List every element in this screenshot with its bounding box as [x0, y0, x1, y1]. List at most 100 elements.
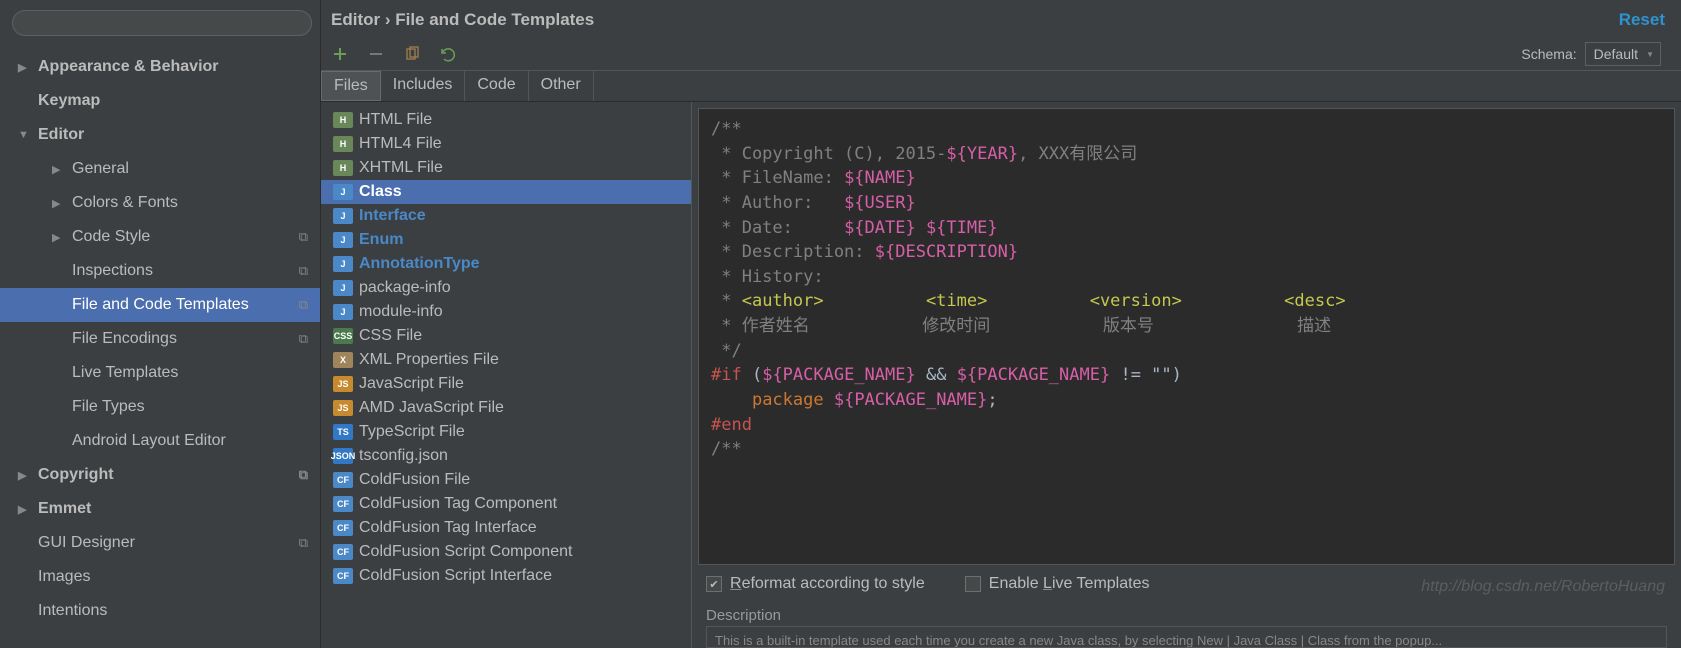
template-label: ColdFusion Script Component [359, 543, 572, 561]
template-item[interactable]: CFColdFusion File [321, 468, 691, 492]
template-label: AnnotationType [359, 255, 480, 273]
sidebar-item-label: File Encodings [72, 330, 177, 348]
sidebar-item-keymap[interactable]: Keymap [0, 84, 320, 118]
project-scope-icon: ⧉ [299, 535, 308, 551]
template-item[interactable]: HHTML4 File [321, 132, 691, 156]
file-type-icon: J [333, 256, 353, 272]
tab-other[interactable]: Other [529, 71, 594, 101]
file-type-icon: CF [333, 472, 353, 488]
expand-arrow-icon: ▶ [18, 503, 32, 516]
template-label: tsconfig.json [359, 447, 448, 465]
schema-select[interactable]: Default [1585, 42, 1661, 66]
file-type-icon: CSS [333, 328, 353, 344]
project-scope-icon: ⧉ [299, 467, 308, 483]
template-item[interactable]: CSSCSS File [321, 324, 691, 348]
template-item[interactable]: J AnnotationType [321, 252, 691, 276]
template-item[interactable]: JS JavaScript File [321, 372, 691, 396]
reset-link[interactable]: Reset [1619, 10, 1665, 30]
template-label: Class [359, 183, 402, 201]
template-label: JavaScript File [359, 375, 464, 393]
sidebar-item-label: Copyright [38, 466, 114, 484]
template-editor[interactable]: /** * Copyright (C), 2015-${YEAR}, XXX有限… [698, 108, 1675, 565]
project-scope-icon: ⧉ [299, 331, 308, 347]
template-item[interactable]: JSAMD JavaScript File [321, 396, 691, 420]
sidebar-item-file-and-code-templates[interactable]: File and Code Templates⧉ [0, 288, 320, 322]
sidebar-item-code-style[interactable]: ▶Code Style⧉ [0, 220, 320, 254]
sidebar-item-label: General [72, 160, 129, 178]
sidebar-item-inspections[interactable]: Inspections ⧉ [0, 254, 320, 288]
expand-arrow-icon: ▶ [52, 163, 66, 176]
sidebar-item-live-templates[interactable]: Live Templates [0, 356, 320, 390]
sidebar-item-label: Emmet [38, 500, 91, 518]
sidebar-item-label: Intentions [38, 602, 107, 620]
file-type-icon: H [333, 136, 353, 152]
enable-live-templates-checkbox[interactable]: Enable Live TemplatesEnable Live Templat… [965, 575, 1150, 593]
project-scope-icon: ⧉ [299, 263, 308, 279]
template-label: XHTML File [359, 159, 443, 177]
file-type-icon: J [333, 184, 353, 200]
file-type-icon: CF [333, 544, 353, 560]
template-item[interactable]: CFColdFusion Script Interface [321, 564, 691, 588]
sidebar-item-colors-fonts[interactable]: ▶Colors & Fonts [0, 186, 320, 220]
sidebar-item-label: File Types [72, 398, 145, 416]
template-item[interactable]: JInterface [321, 204, 691, 228]
template-item[interactable]: Jmodule-info [321, 300, 691, 324]
sidebar-item-appearance-behavior[interactable]: ▶Appearance & Behavior [0, 50, 320, 84]
template-item[interactable]: XXML Properties File [321, 348, 691, 372]
template-label: package-info [359, 279, 451, 297]
sidebar-item-android-layout-editor[interactable]: Android Layout Editor [0, 424, 320, 458]
sidebar-item-label: GUI Designer [38, 534, 135, 552]
templates-list[interactable]: HHTML FileHHTML4 FileHXHTML FileJClassJI… [321, 102, 691, 648]
template-item[interactable]: CF ColdFusion Script Component [321, 540, 691, 564]
search-input[interactable] [12, 10, 312, 36]
template-label: TypeScript File [359, 423, 465, 441]
add-button[interactable] [331, 45, 349, 63]
description-box: This is a built-in template used each ti… [706, 626, 1667, 648]
template-item[interactable]: J Class [321, 180, 691, 204]
template-item[interactable]: CFColdFusion Tag Component [321, 492, 691, 516]
sidebar-item-editor[interactable]: ▼Editor [0, 118, 320, 152]
file-type-icon: H [333, 160, 353, 176]
tab-includes[interactable]: Includes [381, 71, 466, 101]
template-label: Enum [359, 231, 403, 249]
template-label: ColdFusion Tag Component [359, 495, 557, 513]
expand-arrow-icon: ▼ [18, 129, 32, 141]
sidebar-item-gui-designer[interactable]: GUI Designer ⧉ [0, 526, 320, 560]
refresh-button[interactable] [439, 45, 457, 63]
file-type-icon: H [333, 112, 353, 128]
remove-button[interactable] [367, 45, 385, 63]
copy-button[interactable] [403, 45, 421, 63]
template-label: AMD JavaScript File [359, 399, 504, 417]
template-item[interactable]: JSONtsconfig.json [321, 444, 691, 468]
settings-sidebar: ▶Appearance & BehaviorKeymap▼Editor▶Gene… [0, 0, 321, 648]
sidebar-item-label: Inspections [72, 262, 153, 280]
template-item[interactable]: H XHTML File [321, 156, 691, 180]
sidebar-item-intentions[interactable]: Intentions [0, 594, 320, 628]
sidebar-item-emmet[interactable]: ▶ Emmet [0, 492, 320, 526]
tab-files[interactable]: Files [321, 71, 381, 101]
file-type-icon: J [333, 304, 353, 320]
template-label: Interface [359, 207, 426, 225]
sidebar-item-label: Live Templates [72, 364, 178, 382]
sidebar-item-file-types[interactable]: File Types [0, 390, 320, 424]
sidebar-item-general[interactable]: ▶ General [0, 152, 320, 186]
sidebar-item-label: Appearance & Behavior [38, 58, 219, 76]
template-item[interactable]: JEnum [321, 228, 691, 252]
template-item[interactable]: Jpackage-info [321, 276, 691, 300]
template-label: module-info [359, 303, 443, 321]
sidebar-item-file-encodings[interactable]: File Encodings ⧉ [0, 322, 320, 356]
reformat-checkbox[interactable]: ✔ RReformat according to styleeformat ac… [706, 575, 925, 593]
description-label: Description [698, 603, 1675, 626]
sidebar-item-label: File and Code Templates [72, 296, 249, 314]
expand-arrow-icon: ▶ [18, 469, 32, 482]
template-item[interactable]: TS TypeScript File [321, 420, 691, 444]
sidebar-item-label: Keymap [38, 92, 100, 110]
breadcrumb: Editor › File and Code Templates [331, 10, 594, 30]
tab-code[interactable]: Code [465, 71, 528, 101]
file-type-icon: TS [333, 424, 353, 440]
sidebar-item-copyright[interactable]: ▶ Copyright ⧉ [0, 458, 320, 492]
template-item[interactable]: HHTML File [321, 108, 691, 132]
file-type-icon: JS [333, 376, 353, 392]
template-item[interactable]: CFColdFusion Tag Interface [321, 516, 691, 540]
sidebar-item-images[interactable]: Images [0, 560, 320, 594]
